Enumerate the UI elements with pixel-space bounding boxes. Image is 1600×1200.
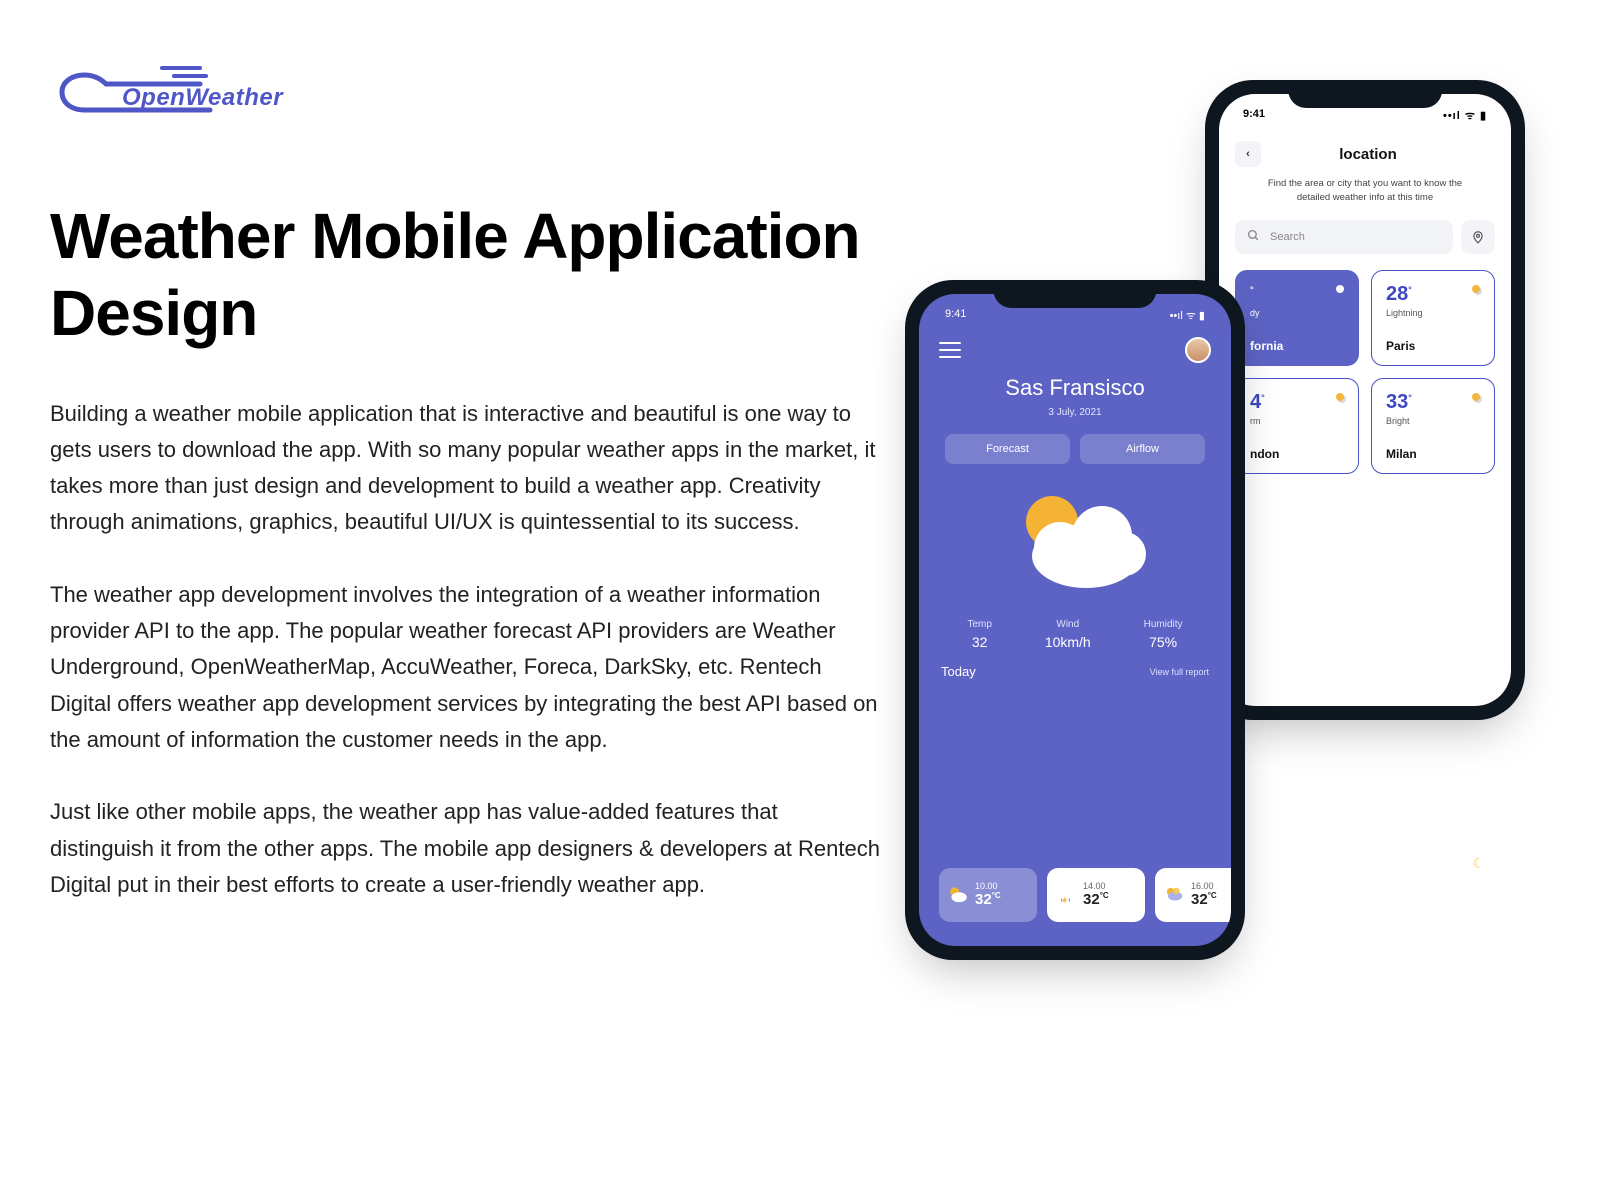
today-label: Today	[941, 664, 976, 679]
hourly-card[interactable]: 10.0032°C	[939, 868, 1037, 922]
stat-temp: Temp 32	[967, 619, 991, 650]
intro-paragraph-2: The weather app development involves the…	[50, 577, 880, 758]
sun-icon	[1336, 285, 1344, 293]
location-card[interactable]: ° dy fornia	[1235, 270, 1359, 366]
stat-wind: Wind 10km/h	[1045, 619, 1091, 650]
hourly-temp: 32°C	[975, 891, 1001, 909]
hourly-time: 10.00	[975, 881, 1001, 892]
moon-icon: ☾	[1472, 855, 1485, 872]
intro-paragraph-3: Just like other mobile apps, the weather…	[50, 794, 880, 903]
card-city: Paris	[1386, 339, 1415, 353]
phone-location-screen: 9:41 ••ıl ᯤ ▮ ‹ location Find the area o…	[1205, 80, 1525, 720]
sun-icon	[1472, 393, 1480, 401]
search-input[interactable]: Search	[1235, 220, 1453, 254]
hourly-time: 14.00	[1083, 881, 1109, 892]
intro-paragraph-1: Building a weather mobile application th…	[50, 396, 880, 541]
city-name: Sas Fransisco	[935, 375, 1215, 401]
hourly-weather-icon	[1055, 884, 1077, 906]
phone-weather-screen: 9:41 ••ıl ᯤ ▮ Sas Fransisco 3 July, 2021…	[905, 280, 1245, 960]
status-indicators-icon: ••ıl ᯤ ▮	[1443, 108, 1487, 123]
hourly-card[interactable]: 16.0032°C	[1155, 868, 1231, 922]
card-temp: 28°	[1386, 283, 1480, 306]
location-card[interactable]: 4° rm ndon	[1235, 378, 1359, 474]
hourly-card[interactable]: 14.0032°C	[1047, 868, 1145, 922]
page-title: Weather Mobile Application Design	[50, 198, 890, 352]
stat-humidity: Humidity 75%	[1144, 619, 1183, 650]
card-city: ndon	[1250, 447, 1279, 461]
card-condition: rm	[1250, 416, 1344, 426]
search-icon	[1247, 229, 1260, 245]
view-full-report-link[interactable]: View full report	[1150, 667, 1209, 677]
card-temp: °	[1250, 283, 1344, 306]
weather-icon	[935, 482, 1215, 605]
screen-subtitle: Find the area or city that you want to k…	[1250, 177, 1480, 206]
sun-icon	[1336, 393, 1344, 401]
hourly-time: 16.00	[1191, 881, 1217, 892]
date: 3 July, 2021	[935, 407, 1215, 418]
hourly-temp: 32°C	[1083, 891, 1109, 909]
card-city: Milan	[1386, 447, 1417, 461]
logo-text: OpenWeather	[122, 84, 283, 112]
card-condition: dy	[1250, 308, 1344, 318]
search-placeholder: Search	[1270, 231, 1305, 243]
hourly-weather-icon	[947, 884, 969, 906]
card-temp: 4°	[1250, 391, 1344, 414]
menu-icon[interactable]	[939, 337, 961, 363]
card-condition: Lightning	[1386, 308, 1480, 318]
hourly-temp: 32°C	[1191, 891, 1217, 909]
tab-forecast[interactable]: Forecast	[945, 434, 1070, 464]
card-city: fornia	[1250, 339, 1283, 353]
card-temp: 33°	[1386, 391, 1480, 414]
avatar[interactable]	[1185, 337, 1211, 363]
screen-title: location	[1241, 146, 1495, 163]
sun-icon	[1472, 285, 1480, 293]
hourly-weather-icon	[1163, 884, 1185, 906]
mockup-area: 9:41 ••ıl ᯤ ▮ ‹ location Find the area o…	[965, 80, 1525, 840]
status-indicators-icon: ••ıl ᯤ ▮	[1170, 308, 1205, 323]
location-card[interactable]: 28° Lightning Paris	[1371, 270, 1495, 366]
pin-button[interactable]	[1461, 220, 1495, 254]
card-condition: Bright	[1386, 416, 1480, 426]
location-card[interactable]: 33° Bright Milan	[1371, 378, 1495, 474]
logo: OpenWeather	[50, 60, 890, 158]
tab-airflow[interactable]: Airflow	[1080, 434, 1205, 464]
status-time: 9:41	[1243, 108, 1265, 123]
status-time: 9:41	[945, 308, 966, 323]
